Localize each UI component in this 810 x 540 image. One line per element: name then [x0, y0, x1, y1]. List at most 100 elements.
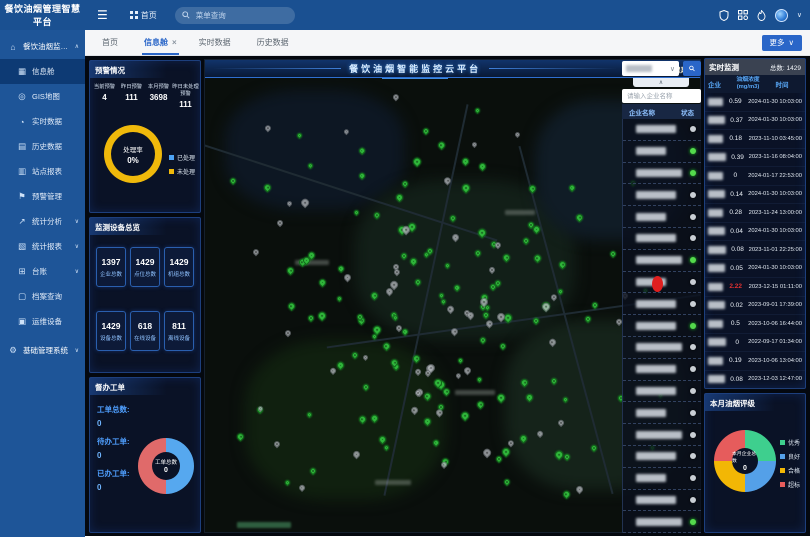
map-marker-gray[interactable] — [463, 365, 473, 375]
sidebar-item[interactable]: ▥ 站点报表 — [0, 159, 85, 184]
sidebar-item[interactable]: ◔ 实时数据 — [0, 109, 85, 134]
company-search-button[interactable] — [683, 61, 701, 76]
device-stat-box[interactable]: 1429 点位总数 — [130, 247, 160, 287]
map-marker-gray[interactable] — [276, 219, 284, 227]
breadcrumb[interactable]: 首页 — [130, 10, 157, 21]
processing-rate-donut[interactable]: 处理率 0% — [104, 125, 162, 183]
sidebar-item[interactable]: ⊞ 台账 ∨ — [0, 259, 85, 284]
map-marker-gray[interactable] — [392, 93, 401, 102]
map-marker-green[interactable] — [286, 301, 295, 310]
company-row[interactable] — [623, 468, 701, 490]
table-row[interactable]: 0.59 2024-01-30 10:03:00 — [705, 93, 805, 112]
device-stat-box[interactable]: 618 在线设备 — [130, 311, 160, 351]
company-row[interactable] — [623, 184, 701, 206]
company-row[interactable] — [623, 228, 701, 250]
sidebar-item[interactable]: ▤ 历史数据 — [0, 134, 85, 159]
device-stat-box[interactable]: 1397 企业总数 — [96, 247, 126, 287]
chevron-down-icon[interactable]: ∨ — [797, 11, 802, 19]
sidebar-item[interactable]: ▦ 信息舱 — [0, 59, 85, 84]
map-marker-gray[interactable] — [252, 248, 261, 257]
device-stat-box[interactable]: 811 离线设备 — [164, 311, 194, 351]
company-row[interactable] — [623, 402, 701, 424]
map-marker-gray[interactable] — [283, 328, 292, 337]
apps-icon[interactable] — [738, 10, 748, 20]
company-row[interactable] — [623, 381, 701, 403]
table-row[interactable]: 0.04 2024-01-30 10:03:00 — [705, 223, 805, 242]
device-stat-box[interactable]: 1429 设备总数 — [96, 311, 126, 351]
map-marker-green[interactable] — [353, 209, 360, 216]
company-row[interactable] — [623, 359, 701, 381]
map-marker-green[interactable] — [411, 156, 422, 167]
flame-icon[interactable] — [757, 10, 766, 21]
sidebar-item[interactable]: ⚑ 预警管理 — [0, 184, 85, 209]
map-marker-green[interactable] — [437, 140, 446, 149]
map-marker-green[interactable] — [318, 278, 328, 288]
tab[interactable]: 历史数据 — [246, 30, 304, 55]
map-marker-green[interactable] — [499, 342, 508, 351]
map-marker-gray[interactable] — [471, 141, 478, 148]
company-row[interactable] — [623, 293, 701, 315]
sidebar-item[interactable]: ⌂ 餐饮油烟监控管理系统 ∧ — [0, 34, 85, 59]
table-row[interactable]: 0.05 2024-01-30 10:03:00 — [705, 260, 805, 279]
map-marker-green[interactable] — [286, 265, 296, 275]
map-marker-gray[interactable] — [482, 447, 493, 458]
company-row[interactable] — [623, 206, 701, 228]
table-row[interactable]: 0 2022-09-17 01:34:00 — [705, 334, 805, 353]
tab[interactable]: 信息舱 × — [133, 30, 188, 55]
map-marker-green[interactable] — [476, 376, 483, 383]
user-avatar[interactable] — [775, 9, 788, 22]
sidebar-item[interactable]: ◎ GIS地图 — [0, 84, 85, 109]
table-row[interactable]: 0.39 2023-11-16 08:04:00 — [705, 149, 805, 168]
map-marker-green[interactable] — [561, 489, 570, 498]
device-stat-box[interactable]: 1429 机组总数 — [164, 247, 194, 287]
map-marker-green[interactable] — [459, 411, 470, 422]
table-row[interactable]: 0.08 2023-12-03 12:47:00 — [705, 371, 805, 390]
hamburger-menu-icon[interactable]: ☰ — [97, 8, 108, 22]
map-marker-green[interactable] — [476, 399, 486, 409]
table-row[interactable]: 0.19 2023-10-06 13:04:00 — [705, 352, 805, 371]
menu-search-box[interactable] — [175, 7, 295, 24]
map-marker-green[interactable] — [316, 311, 327, 322]
table-row[interactable]: 0.08 2023-11-01 22:25:00 — [705, 241, 805, 260]
sidebar-item[interactable]: ▣ 运维设备 — [0, 309, 85, 334]
table-row[interactable]: 0.5 2023-10-06 16:44:00 — [705, 315, 805, 334]
sidebar-item[interactable]: ▧ 统计报表 ∨ — [0, 234, 85, 259]
company-name-input[interactable] — [622, 89, 701, 103]
tab[interactable]: 实时数据 — [188, 30, 246, 55]
close-icon[interactable]: × — [172, 38, 177, 47]
company-filter-select[interactable]: ∨ — [622, 61, 679, 76]
menu-search-input[interactable] — [194, 10, 284, 21]
map-marker-gray[interactable] — [514, 131, 521, 138]
shield-icon[interactable] — [719, 10, 729, 21]
company-row[interactable] — [623, 446, 701, 468]
sidebar-item[interactable]: ▢ 档案查询 — [0, 284, 85, 309]
workorder-donut[interactable]: 工单总数 0 — [138, 438, 194, 494]
company-row[interactable] — [623, 337, 701, 359]
map-marker-green[interactable] — [502, 478, 511, 487]
table-row[interactable]: 0.14 2024-01-30 10:03:00 — [705, 186, 805, 205]
map-marker-green[interactable] — [461, 156, 471, 166]
company-row[interactable] — [623, 315, 701, 337]
company-row[interactable] — [623, 490, 701, 512]
map-marker-green[interactable] — [306, 314, 315, 323]
map-marker-green[interactable] — [422, 127, 431, 136]
table-row[interactable]: 0.28 2023-11-24 13:00:00 — [705, 204, 805, 223]
map-marker-gray[interactable] — [455, 372, 463, 380]
table-row[interactable]: 0.18 2023-11-10 03:45:00 — [705, 130, 805, 149]
map-marker-green[interactable] — [474, 107, 481, 114]
map-marker-gray[interactable] — [343, 273, 353, 283]
sidebar-item[interactable]: ⚙ 基础管理系统 ∨ — [0, 338, 85, 363]
monthly-rating-donut[interactable]: 本月企业总数 0 — [714, 430, 776, 492]
map-marker-green[interactable] — [477, 162, 487, 172]
company-row[interactable] — [623, 141, 701, 163]
table-row[interactable]: 0.02 2023-09-01 17:39:00 — [705, 297, 805, 316]
tab[interactable]: 首页 — [91, 30, 133, 55]
company-row[interactable] — [623, 250, 701, 272]
table-row[interactable]: 0 2024-01-17 22:53:00 — [705, 167, 805, 186]
company-row[interactable] — [623, 511, 701, 533]
table-row[interactable]: 2.22 2023-12-15 01:11:00 — [705, 278, 805, 297]
map-marker-green[interactable] — [336, 294, 344, 302]
list-collapse-toggle[interactable]: ∧ — [633, 78, 689, 87]
sidebar-item[interactable]: ↗ 统计分析 ∨ — [0, 209, 85, 234]
map-marker-green[interactable] — [457, 357, 464, 364]
